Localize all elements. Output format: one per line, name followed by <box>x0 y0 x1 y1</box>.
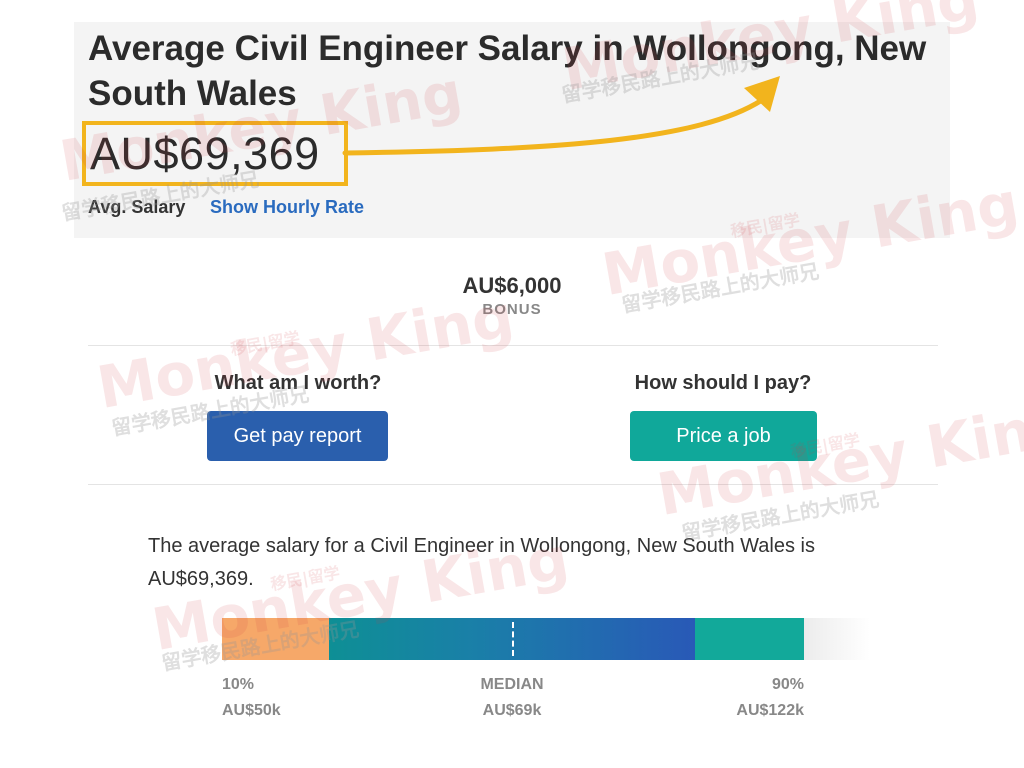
get-pay-report-button[interactable]: Get pay report <box>207 411 388 461</box>
bonus-value: AU$6,000 <box>462 273 562 298</box>
avg-salary-label: Avg. Salary <box>88 197 186 217</box>
salary-summary-text: The average salary for a Civil Engineer … <box>148 535 815 590</box>
range-high-percentile: 90% <box>771 676 804 693</box>
bonus-label: BONUS <box>482 301 542 318</box>
range-median-value: AU$69k <box>482 702 542 719</box>
range-high-value: AU$122k <box>736 702 804 719</box>
divider <box>88 484 938 485</box>
range-bar-high-segment <box>695 618 804 660</box>
range-median-title: MEDIAN <box>480 676 544 693</box>
watermark-badge: 移民|留学 <box>229 328 302 359</box>
range-bar-low-segment <box>222 618 329 660</box>
page-title: Average Civil Engineer Salary in Wollong… <box>88 29 927 113</box>
range-bar-fade <box>804 618 870 660</box>
price-a-job-button[interactable]: Price a job <box>630 411 817 461</box>
watermark-subtitle: 留学移民路上的大师兄 <box>619 258 821 318</box>
average-salary-value: AU$69,369 <box>90 128 320 179</box>
median-marker <box>512 622 514 656</box>
range-median-label: MEDIAN AU$69k <box>462 672 562 724</box>
range-low-percentile: 10% <box>222 676 255 693</box>
how-should-i-pay-heading: How should I pay? <box>634 372 812 394</box>
divider <box>88 345 938 346</box>
show-hourly-rate-link[interactable]: Show Hourly Rate <box>210 197 364 218</box>
range-low-value: AU$50k <box>222 702 281 719</box>
range-high-label: 90% AU$122k <box>704 672 804 724</box>
range-low-label: 10% AU$50k <box>222 672 281 724</box>
bonus-block: AU$6,000 BONUS <box>412 272 612 320</box>
what-am-i-worth-heading: What am I worth? <box>214 372 382 394</box>
salary-range-bar <box>222 618 804 660</box>
